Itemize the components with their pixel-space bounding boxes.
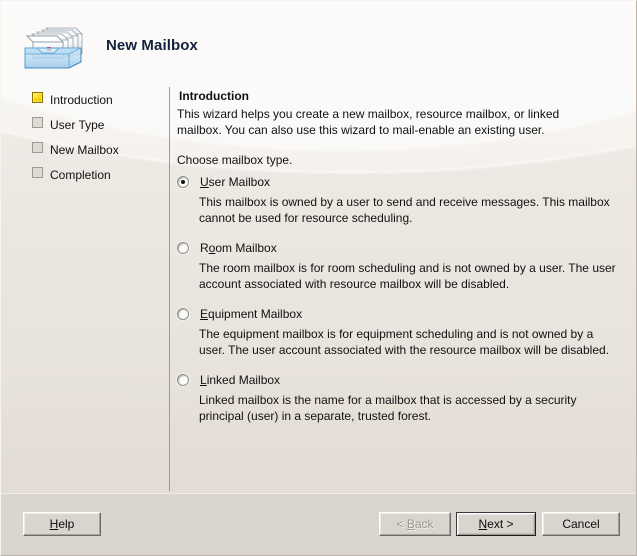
- option-description-room-mailbox: The room mailbox is for room scheduling …: [199, 260, 621, 292]
- label-full: Cancel: [562, 517, 599, 531]
- option-label-room-mailbox: Room Mailbox: [200, 241, 277, 255]
- label-pre: R: [200, 241, 209, 255]
- accel-char: U: [200, 175, 209, 189]
- step-marker-empty-icon: [32, 117, 43, 128]
- option-user-mailbox[interactable]: User Mailbox This mailbox is owned by a …: [177, 172, 625, 226]
- accel-char: E: [200, 307, 208, 321]
- section-heading: Introduction: [179, 89, 625, 103]
- mailbox-tray-icon: [20, 22, 86, 70]
- sidebar-item-label: Completion: [50, 168, 111, 182]
- option-description-equipment-mailbox: The equipment mailbox is for equipment s…: [199, 326, 621, 358]
- wizard-content-pane: New Mailbox Introduction User Type New M…: [1, 1, 636, 493]
- option-label-equipment-mailbox: Equipment Mailbox: [200, 307, 302, 321]
- sidebar-item-label: User Type: [50, 118, 104, 132]
- intro-paragraph: This wizard helps you create a new mailb…: [177, 106, 607, 138]
- label-pre: <: [396, 517, 406, 531]
- spacer: [177, 359, 625, 370]
- label-rest: quipment Mailbox: [208, 307, 302, 321]
- option-label-user-mailbox: User Mailbox: [200, 175, 270, 189]
- new-mailbox-wizard-window: New Mailbox Introduction User Type New M…: [0, 0, 637, 556]
- spacer: [177, 293, 625, 304]
- step-marker-empty-icon: [32, 142, 43, 153]
- back-button[interactable]: < Back: [379, 512, 451, 536]
- spacer: [177, 227, 625, 238]
- page-title: New Mailbox: [106, 37, 198, 54]
- option-room-mailbox[interactable]: Room Mailbox The room mailbox is for roo…: [177, 238, 625, 292]
- option-description-linked-mailbox: Linked mailbox is the name for a mailbox…: [199, 392, 621, 424]
- option-linked-mailbox[interactable]: Linked Mailbox Linked mailbox is the nam…: [177, 370, 625, 424]
- accel-char: N: [478, 517, 487, 531]
- next-button[interactable]: Next >: [456, 512, 536, 536]
- sidebar-item-label: New Mailbox: [50, 143, 119, 157]
- sidebar-item-user-type[interactable]: User Type: [1, 112, 169, 137]
- radio-room-mailbox[interactable]: [177, 242, 189, 254]
- step-marker-empty-icon: [32, 167, 43, 178]
- option-equipment-mailbox[interactable]: Equipment Mailbox The equipment mailbox …: [177, 304, 625, 358]
- option-description-user-mailbox: This mailbox is owned by a user to send …: [199, 194, 621, 226]
- label-rest: ext >: [487, 517, 513, 531]
- label-rest: om Mailbox: [215, 241, 276, 255]
- option-label-linked-mailbox: Linked Mailbox: [200, 373, 280, 387]
- radio-linked-mailbox[interactable]: [177, 374, 189, 386]
- sidebar-item-new-mailbox[interactable]: New Mailbox: [1, 137, 169, 162]
- cancel-button[interactable]: Cancel: [542, 512, 620, 536]
- label-rest: ser Mailbox: [209, 175, 270, 189]
- wizard-main-panel: Introduction This wizard helps you creat…: [177, 89, 625, 425]
- accel-char: B: [407, 517, 415, 531]
- wizard-header: New Mailbox: [1, 1, 636, 85]
- wizard-step-sidebar: Introduction User Type New Mailbox Compl…: [1, 87, 169, 187]
- radio-user-mailbox[interactable]: [177, 176, 189, 188]
- label-rest: elp: [58, 517, 74, 531]
- sidebar-item-label: Introduction: [50, 93, 113, 107]
- radio-equipment-mailbox[interactable]: [177, 308, 189, 320]
- step-marker-filled-icon: [32, 92, 43, 103]
- sidebar-item-introduction[interactable]: Introduction: [1, 87, 169, 112]
- label-rest: ack: [415, 517, 434, 531]
- sidebar-item-completion[interactable]: Completion: [1, 162, 169, 187]
- label-rest: inked Mailbox: [207, 373, 280, 387]
- accel-char: L: [200, 373, 207, 387]
- help-button[interactable]: Help: [23, 512, 101, 536]
- sidebar-divider: [169, 87, 170, 491]
- choose-mailbox-type-label: Choose mailbox type.: [177, 153, 625, 167]
